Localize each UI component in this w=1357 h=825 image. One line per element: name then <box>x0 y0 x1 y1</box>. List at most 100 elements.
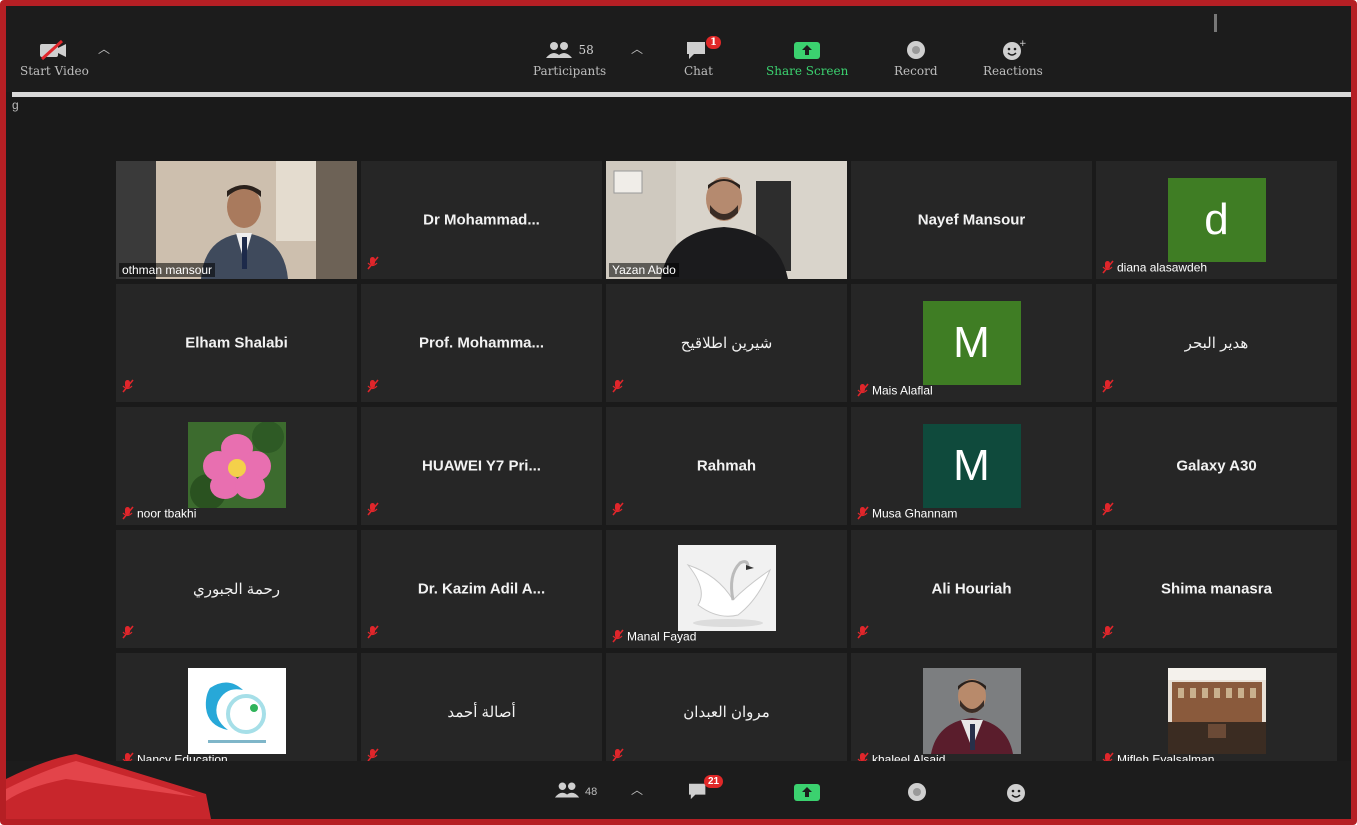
participant-tile[interactable]: هدير البحر <box>1096 284 1337 402</box>
participant-tile[interactable]: Ali Houriah <box>851 530 1092 648</box>
avatar-initial: M <box>953 441 990 490</box>
mic-muted-icon <box>1102 502 1114 521</box>
participants-icon: 58 <box>545 36 594 64</box>
participant-name: Shima manasra <box>1161 580 1272 598</box>
participant-tile[interactable]: شيرين اطلاقيح <box>606 284 847 402</box>
participant-tile[interactable]: HUAWEI Y7 Pri... <box>361 407 602 525</box>
participant-name: مروان العبدان <box>683 704 770 721</box>
participant-label: noor tbakhi <box>119 506 199 523</box>
participant-name: Mais Alaflal <box>872 383 933 398</box>
participant-photo-swan <box>677 545 776 631</box>
zoom-window: Start Video ︿ 58 Participants ︿ 1 Chat S… <box>0 0 1357 825</box>
start-video-button[interactable]: Start Video <box>20 36 89 78</box>
mic-muted-icon <box>122 379 134 398</box>
video-off-icon <box>38 36 70 64</box>
participant-tile[interactable]: Prof. Mohamma... <box>361 284 602 402</box>
participant-tile[interactable]: مروان العبدان <box>606 653 847 771</box>
participant-label: Musa Ghannam <box>854 506 960 523</box>
side-text-fragment: g <box>12 98 19 112</box>
meeting-toolbar: Start Video ︿ 58 Participants ︿ 1 Chat S… <box>6 6 1351 92</box>
participant-name: HUAWEI Y7 Pri... <box>422 457 541 475</box>
decorative-red-corner <box>6 754 211 819</box>
participant-name: Nayef Mansour <box>917 211 1026 229</box>
mic-muted-icon <box>367 379 379 398</box>
mic-muted-icon <box>1102 260 1114 277</box>
participant-tile[interactable]: M Mais Alaflal <box>851 284 1092 402</box>
participant-name: Prof. Mohamma... <box>418 334 545 352</box>
mic-muted-icon <box>122 506 134 523</box>
participant-name: Galaxy A30 <box>1176 457 1257 475</box>
participants-count: 48 <box>585 785 598 798</box>
smiley-icon <box>1004 781 1030 806</box>
participant-tile[interactable]: Galaxy A30 <box>1096 407 1337 525</box>
record-button[interactable] <box>905 781 929 806</box>
participant-name: othman mansour <box>119 263 216 277</box>
participant-photo-building <box>1167 668 1266 754</box>
participant-name: diana alasawdeh <box>1117 260 1208 275</box>
participant-tile[interactable]: Elham Shalabi <box>116 284 357 402</box>
participant-name: Yazan Abdo <box>609 263 679 277</box>
reactions-label: Reactions <box>983 64 1043 78</box>
participant-tile[interactable]: Nayef Mansour <box>851 161 1092 279</box>
reactions-button[interactable] <box>1004 781 1030 806</box>
participant-tile[interactable]: noor tbakhi <box>116 407 357 525</box>
participant-tile[interactable]: Yazan Abdo <box>606 161 847 279</box>
participant-name: Ali Houriah <box>931 580 1012 598</box>
chat-badge: 1 <box>706 36 721 49</box>
share-screen-button[interactable] <box>792 781 822 806</box>
participant-label: Manal Fayad <box>609 629 699 646</box>
participant-tile[interactable]: Manal Fayad <box>606 530 847 648</box>
participant-label: Mais Alaflal <box>854 383 936 400</box>
start-video-label: Start Video <box>20 64 89 78</box>
svg-text:+: + <box>1019 39 1026 49</box>
participant-tile[interactable]: Shima manasra <box>1096 530 1337 648</box>
participants-button[interactable]: 58 Participants <box>533 36 606 78</box>
video-options-chevron-icon[interactable]: ︿ <box>98 40 110 57</box>
participant-label: diana alasawdeh <box>1099 260 1210 277</box>
chat-button[interactable]: 1 Chat <box>684 36 721 78</box>
participant-avatar: M <box>922 301 1021 385</box>
chat-button[interactable]: 21 <box>686 775 724 804</box>
reactions-button[interactable]: + Reactions <box>983 36 1043 78</box>
participants-button[interactable]: 48 <box>554 781 597 802</box>
participant-tile[interactable]: khaleel Alsaid <box>851 653 1092 771</box>
participant-name: Elham Shalabi <box>185 334 288 352</box>
share-screen-icon <box>792 781 822 806</box>
chat-label: Chat <box>684 64 713 78</box>
mic-muted-icon <box>367 502 379 521</box>
participants-options-chevron-icon[interactable]: ︿ <box>631 40 643 57</box>
participant-tile[interactable]: Dr. Kazim Adil A... <box>361 530 602 648</box>
record-label: Record <box>894 64 938 78</box>
participant-tile[interactable]: أصالة أحمد <box>361 653 602 771</box>
participant-name: Musa Ghannam <box>872 506 958 521</box>
participant-tile[interactable]: othman mansour <box>116 161 357 279</box>
mic-muted-icon <box>367 625 379 644</box>
participant-tile[interactable]: M Musa Ghannam <box>851 407 1092 525</box>
chat-badge: 21 <box>704 775 724 788</box>
participant-tile[interactable]: Rahmah <box>606 407 847 525</box>
share-screen-button[interactable]: Share Screen <box>766 36 848 78</box>
participant-avatar: d <box>1167 178 1266 262</box>
participant-video <box>606 161 847 279</box>
smiley-icon: + <box>1000 36 1026 64</box>
mic-muted-icon <box>612 629 624 646</box>
mic-muted-icon <box>367 256 379 275</box>
participant-avatar: M <box>922 424 1021 508</box>
mic-muted-icon <box>122 625 134 644</box>
mic-muted-icon <box>857 383 869 400</box>
participants-count: 58 <box>578 43 594 57</box>
participants-options-chevron-icon[interactable]: ︿ <box>631 781 643 798</box>
share-screen-label: Share Screen <box>766 64 849 78</box>
record-button[interactable]: Record <box>894 36 938 78</box>
participant-tile[interactable]: رحمة الجبوري <box>116 530 357 648</box>
participant-tile[interactable]: d diana alasawdeh <box>1096 161 1337 279</box>
participant-tile[interactable]: Dr Mohammad... <box>361 161 602 279</box>
participant-tile[interactable]: Mifleh Eyalsalman <box>1096 653 1337 771</box>
participant-video <box>116 161 357 279</box>
toolbar-separator <box>12 92 1351 97</box>
mic-muted-icon <box>612 379 624 398</box>
avatar-initial: M <box>953 318 990 367</box>
participant-name: noor tbakhi <box>137 506 197 521</box>
mic-muted-icon <box>612 502 624 521</box>
mic-muted-icon <box>857 506 869 523</box>
